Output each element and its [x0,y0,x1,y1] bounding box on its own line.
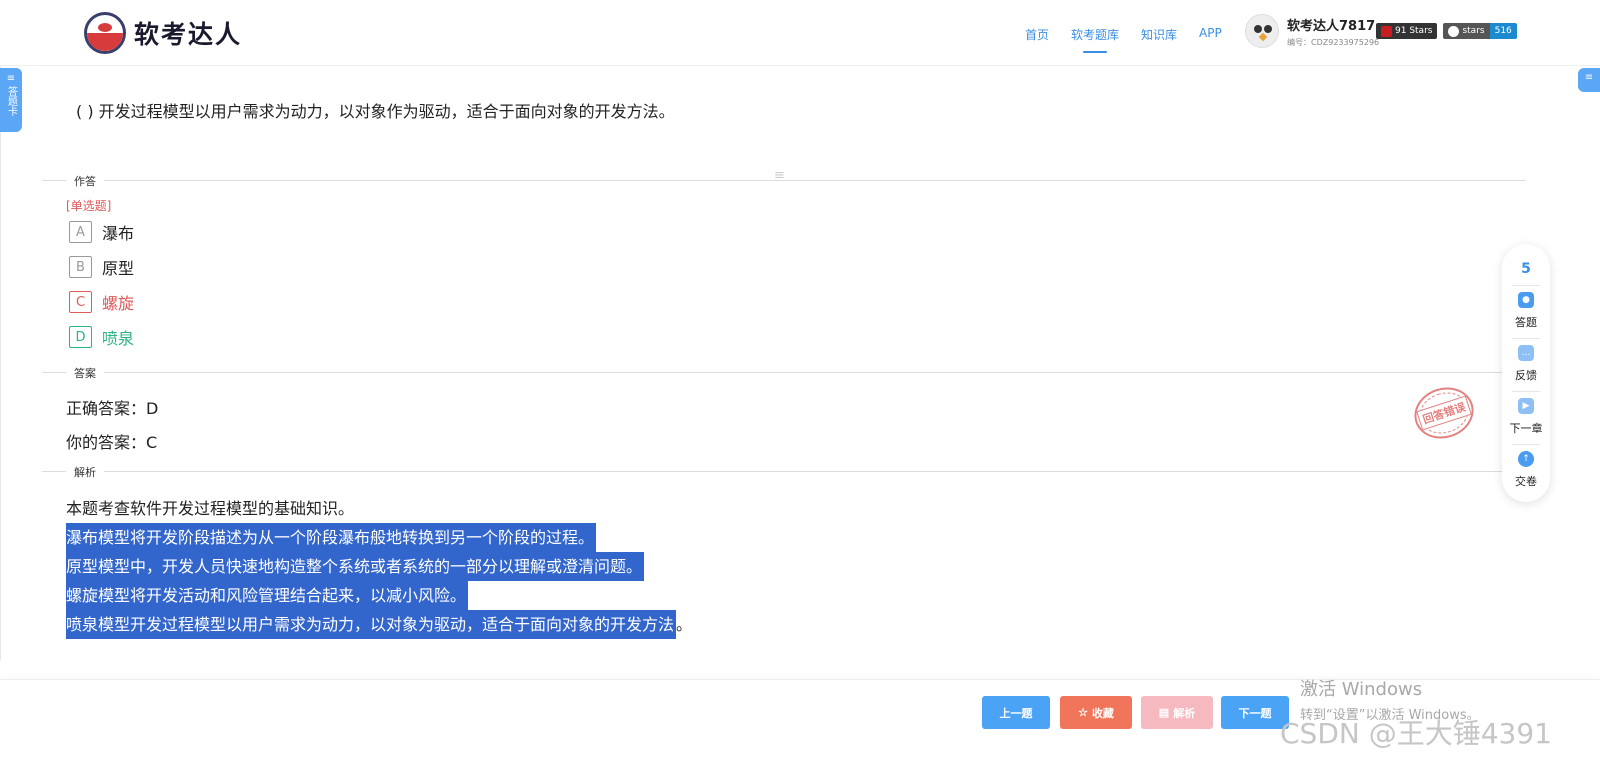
gitee-icon [1381,25,1392,37]
answer-card-label: 答题卡 [5,86,17,116]
analysis-text: 本题考查软件开发过程模型的基础知识。 瀑布模型将开发阶段描述为从一个阶段瀑布般地… [66,494,692,639]
toolbar-next-chapter[interactable]: ▶ 下一章 [1510,398,1543,436]
nav-home[interactable]: 首页 [1025,26,1049,43]
prev-question-button[interactable]: 上一题 [982,696,1050,729]
divider [42,372,1526,373]
answer-icon: ● [1518,292,1534,308]
content-border [0,66,1,660]
user-id: 编号：CDZ9233975296 [1287,37,1380,47]
analysis-line: 瀑布模型将开发阶段描述为从一个阶段瀑布般地转换到另一个阶段的过程。 [66,523,597,552]
answer-card-tab[interactable]: ≡ 答题卡 [0,68,22,132]
divider [42,471,1526,472]
star-icon: ☆ [1078,707,1088,719]
nav-knowledge-base[interactable]: 知识库 [1141,26,1177,43]
question-stem: ( ) 开发过程模型以用户需求为动力，以对象作为驱动，适合于面向对象的开发方法。 [76,102,675,121]
section-analysis: 解析 [66,464,104,480]
toolbar-feedback[interactable]: … 反馈 [1515,345,1537,383]
next-chapter-icon: ▶ [1518,398,1534,414]
csdn-watermark: CSDN @王大锤4391 [1280,717,1552,750]
drag-handle-icon[interactable]: ≡ [774,169,794,182]
user-name: 软考达人7817 [1287,18,1376,34]
top-header: 软考达人 首页 软考题库 知识库 APP 软考达人7817 编号：CDZ9233… [0,0,1600,66]
user-profile[interactable]: 软考达人7817 编号：CDZ9233975296 [1245,14,1379,48]
gitee-stars-badge[interactable]: 91 Stars [1376,23,1438,39]
analysis-intro: 本题考查软件开发过程模型的基础知识。 [66,499,355,518]
feedback-icon: … [1518,345,1534,361]
submit-icon: ↑ [1518,451,1534,467]
main-nav: 首页 软考题库 知识库 APP [1025,26,1222,53]
logo-icon [84,12,126,54]
avatar[interactable] [1245,14,1279,48]
section-answer-area: 作答 [66,173,104,189]
menu-icon: ≡ [6,73,16,84]
document-icon: ▤ [1158,707,1170,719]
nav-app[interactable]: APP [1199,26,1222,43]
repo-badges: 91 Stars stars 516 [1376,23,1517,39]
analysis-button[interactable]: ▤ 解析 [1141,696,1213,729]
toolbar-answer[interactable]: ● 答题 [1515,292,1537,330]
analysis-tail: 。 [676,615,693,634]
toolbar-submit[interactable]: ↑ 交卷 [1515,451,1537,489]
section-answer: 答案 [66,365,104,381]
option-b[interactable]: B 原型 [69,255,134,279]
question-type: [单选题] [66,199,112,213]
option-d[interactable]: D 喷泉 [69,325,134,349]
correct-answer: 正确答案：D [66,399,159,418]
next-question-button[interactable]: 下一题 [1221,696,1289,729]
analysis-line: 喷泉模型开发过程模型以用户需求为动力，以对象为驱动，适合于面向对象的开发方法 [66,610,677,639]
favorite-button[interactable]: ☆ 收藏 [1060,696,1132,729]
your-answer: 你的答案：C [66,433,158,452]
right-menu-tab[interactable]: ≡ [1578,68,1600,92]
site-logo[interactable]: 软考达人 [84,12,242,54]
question-count: 5 [1521,261,1531,277]
wrong-answer-stamp: 回答错误 [1407,379,1481,447]
nav-question-bank[interactable]: 软考题库 [1071,26,1119,53]
option-c[interactable]: C 螺旋 [69,290,134,314]
analysis-line: 原型模型中，开发人员快速地构造整个系统或者系统的一部分以理解或澄清问题。 [66,552,645,581]
github-stars-badge[interactable]: stars 516 [1443,23,1517,39]
option-a[interactable]: A 瀑布 [69,220,134,244]
analysis-line: 螺旋模型将开发活动和风险管理结合起来，以减小风险。 [66,581,469,610]
logo-text: 软考达人 [134,20,243,49]
github-icon [1448,25,1460,37]
float-toolbar: 5 ● 答题 … 反馈 ▶ 下一章 ↑ 交卷 [1502,244,1550,502]
